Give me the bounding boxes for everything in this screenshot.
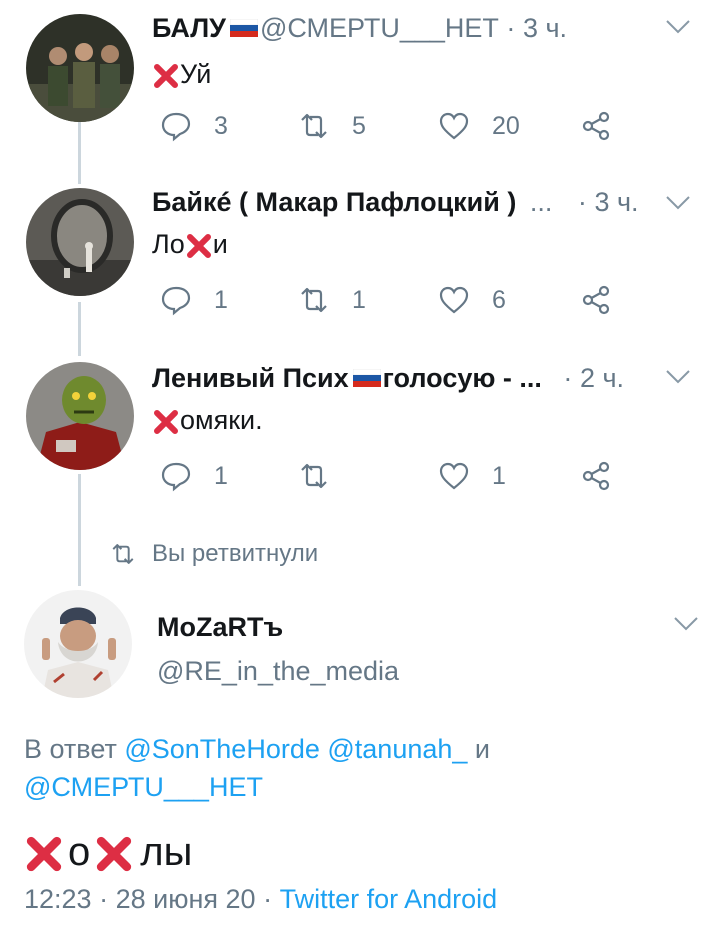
meta-separator: · — [99, 884, 109, 914]
retweet-count: 5 — [352, 111, 366, 140]
display-name[interactable]: Ленивый Псих — [152, 363, 349, 393]
cross-mark-icon — [97, 837, 132, 872]
reply-and: и — [474, 734, 491, 764]
tweet-actions: 1 1 6 — [160, 280, 620, 320]
share-icon — [582, 111, 610, 141]
retweeted-indicator: Вы ретвитнули — [110, 540, 318, 568]
timestamp[interactable]: 3 ч. — [523, 13, 567, 43]
thread-line-3 — [78, 474, 81, 586]
avatar[interactable] — [26, 362, 134, 470]
separator: · — [563, 363, 573, 393]
tweet-header: БАЛУ @СМЕРТU___НЕТ · 3 ч. — [152, 12, 567, 44]
main-text-end: лы — [140, 830, 193, 874]
tweet-text: Ло и — [152, 228, 228, 260]
retweet-count: 1 — [352, 285, 366, 314]
like-button[interactable]: 6 — [438, 280, 506, 320]
cross-mark-icon — [26, 837, 62, 872]
user-handle[interactable]: @СМЕРТU___НЕТ — [260, 13, 499, 43]
share-icon — [582, 285, 610, 315]
reply-icon — [161, 286, 191, 316]
separator: · — [577, 187, 587, 217]
retweet-icon — [301, 113, 327, 139]
main-text-mid: о — [68, 830, 91, 874]
russia-flag-icon — [229, 18, 258, 37]
cross-mark-icon — [154, 409, 178, 434]
like-icon — [439, 112, 469, 140]
display-name[interactable]: БАЛУ — [152, 13, 226, 43]
like-count: 6 — [492, 285, 506, 314]
retweet-icon — [112, 544, 134, 564]
main-user-handle[interactable]: @RE_in_the_media — [157, 656, 399, 687]
reply-to-line: В ответ @SonTheHorde @tanunah_ и @СМЕРТU… — [24, 730, 704, 806]
chevron-down-icon[interactable] — [664, 194, 692, 212]
display-name-suffix[interactable]: голосую - ... — [383, 363, 542, 393]
reply-count: 3 — [214, 111, 228, 140]
tweet-meta: 12:23 · 28 июня 20 · Twitter for Android — [24, 884, 497, 915]
like-button[interactable]: 1 — [438, 456, 506, 496]
main-tweet-text: о лы — [24, 828, 192, 876]
display-name[interactable]: Байкé ( Макар Пафлоцкий ) — [152, 187, 516, 217]
name-ellipsis: ... — [529, 187, 553, 217]
reply-button[interactable]: 1 — [160, 456, 228, 496]
tweet-header: Байкé ( Макар Пафлоцкий ) ... · 3 ч. — [152, 186, 639, 218]
cross-mark-icon — [154, 63, 178, 88]
thread-line-2 — [78, 302, 81, 356]
reply-button[interactable]: 3 — [160, 106, 228, 146]
like-icon — [439, 286, 469, 314]
reply-count: 1 — [214, 285, 228, 314]
retweet-button[interactable]: 1 — [298, 280, 366, 320]
avatar[interactable] — [26, 188, 134, 296]
like-count: 20 — [492, 111, 520, 140]
tweet-text-content: и — [212, 229, 228, 259]
tweet-text: Уй — [152, 58, 211, 90]
retweet-button[interactable] — [298, 456, 352, 496]
share-icon — [582, 461, 610, 491]
like-button[interactable]: 20 — [438, 106, 520, 146]
main-display-name[interactable]: MoZaRTъ — [157, 612, 283, 643]
tweet-text-content: Уй — [180, 59, 212, 89]
retweet-icon — [301, 287, 327, 313]
separator: · — [506, 13, 516, 43]
retweet-icon — [301, 463, 327, 489]
retweeted-label: Вы ретвитнули — [152, 540, 319, 567]
reply-icon — [161, 462, 191, 492]
avatar[interactable] — [24, 590, 132, 698]
like-icon — [439, 462, 469, 490]
chevron-down-icon[interactable] — [664, 368, 692, 386]
retweet-button[interactable]: 5 — [298, 106, 366, 146]
tweet-actions: 1 1 — [160, 456, 620, 496]
tweet-text: омяки. — [152, 404, 263, 436]
reply-button[interactable]: 1 — [160, 280, 228, 320]
timestamp[interactable]: 2 ч. — [580, 363, 624, 393]
chevron-down-icon[interactable] — [672, 615, 700, 633]
like-count: 1 — [492, 461, 506, 490]
tweet-time[interactable]: 12:23 — [24, 884, 92, 914]
russia-flag-icon — [352, 368, 381, 387]
reply-icon — [161, 112, 191, 142]
tweet-actions: 3 5 20 — [160, 106, 620, 146]
tweet-header: Ленивый Псих голосую - ... · 2 ч. — [152, 362, 624, 394]
share-button[interactable] — [580, 456, 634, 496]
share-button[interactable] — [580, 106, 634, 146]
client-link[interactable]: Twitter for Android — [280, 884, 498, 914]
share-button[interactable] — [580, 280, 634, 320]
tweet-text-content: омяки. — [180, 405, 263, 435]
tweet-date[interactable]: 28 июня 20 — [116, 884, 256, 914]
mention-link[interactable]: @СМЕРТU___НЕТ — [24, 772, 263, 802]
mention-link[interactable]: @tanunah_ — [327, 734, 467, 764]
avatar[interactable] — [26, 14, 134, 122]
timestamp[interactable]: 3 ч. — [594, 187, 638, 217]
chevron-down-icon[interactable] — [664, 18, 692, 36]
tweet-text-prefix: Ло — [152, 229, 185, 259]
reply-prefix: В ответ — [24, 734, 117, 764]
mention-link[interactable]: @SonTheHorde — [124, 734, 320, 764]
reply-count: 1 — [214, 461, 228, 490]
cross-mark-icon — [186, 233, 211, 258]
thread-line-1 — [78, 122, 81, 184]
meta-separator: · — [263, 884, 273, 914]
